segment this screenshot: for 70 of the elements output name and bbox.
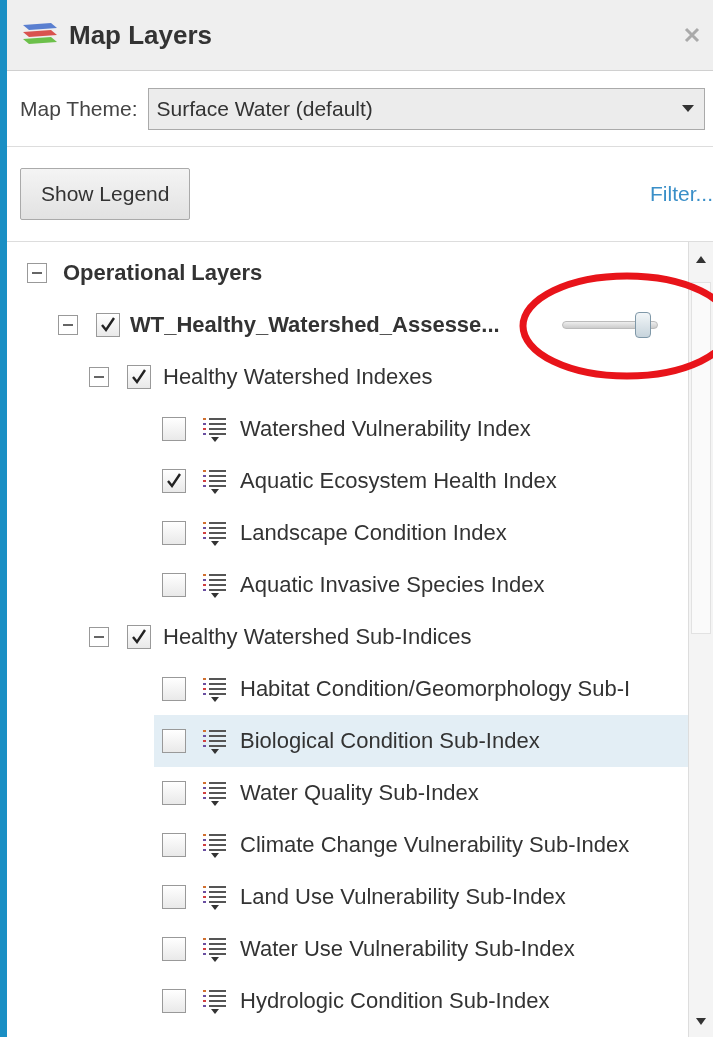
tree-row[interactable]: Habitat Condition/Geomorphology Sub-I bbox=[154, 663, 688, 715]
layer-label[interactable]: Aquatic Invasive Species Index bbox=[240, 572, 545, 598]
filter-link[interactable]: Filter... bbox=[650, 182, 713, 206]
checkbox[interactable] bbox=[162, 573, 186, 597]
layer-label[interactable]: Climate Change Vulnerability Sub-Index bbox=[240, 832, 630, 858]
collapse-toggle[interactable] bbox=[89, 627, 109, 647]
tree-row[interactable]: Hydrologic Condition Sub-Index bbox=[154, 975, 688, 1027]
tree-heading: Operational Layers bbox=[63, 260, 263, 286]
check-icon bbox=[99, 316, 117, 334]
theme-label: Map Theme: bbox=[20, 96, 138, 121]
tree-row[interactable]: Land Use Vulnerability Sub-Index bbox=[154, 871, 688, 923]
legend-list-icon[interactable] bbox=[202, 831, 228, 859]
layer-label[interactable]: Healthy Watershed Indexes bbox=[163, 364, 433, 390]
layer-label[interactable]: Landscape Condition Index bbox=[240, 520, 507, 546]
layer-label[interactable]: Water Use Vulnerability Sub-Index bbox=[240, 936, 575, 962]
checkbox[interactable] bbox=[162, 417, 186, 441]
layer-label[interactable]: Watershed Vulnerability Index bbox=[240, 416, 531, 442]
checkbox[interactable] bbox=[127, 365, 151, 389]
selected-row[interactable]: Biological Condition Sub-Index bbox=[154, 715, 688, 767]
collapse-toggle[interactable] bbox=[27, 263, 47, 283]
layer-label[interactable]: Land Use Vulnerability Sub-Index bbox=[240, 884, 566, 910]
tree-row[interactable]: Water Quality Sub-Index bbox=[154, 767, 688, 819]
checkbox[interactable] bbox=[162, 885, 186, 909]
legend-list-icon[interactable] bbox=[202, 415, 228, 443]
legend-list-icon[interactable] bbox=[202, 727, 228, 755]
checkbox[interactable] bbox=[162, 677, 186, 701]
layer-label[interactable]: Water Quality Sub-Index bbox=[240, 780, 479, 806]
check-icon bbox=[130, 368, 148, 386]
legend-list-icon[interactable] bbox=[202, 467, 228, 495]
legend-list-icon[interactable] bbox=[202, 675, 228, 703]
tree-row[interactable]: Watershed Vulnerability Index bbox=[154, 403, 688, 455]
tree-row[interactable]: Landscape Condition Index bbox=[154, 507, 688, 559]
collapse-toggle[interactable] bbox=[89, 367, 109, 387]
layer-label[interactable]: Biological Condition Sub-Index bbox=[240, 728, 540, 754]
legend-list-icon[interactable] bbox=[202, 519, 228, 547]
panel-title: Map Layers bbox=[69, 19, 214, 51]
checkbox[interactable] bbox=[127, 625, 151, 649]
tree-row[interactable]: Climate Change Vulnerability Sub-Index bbox=[154, 819, 688, 871]
checkbox[interactable] bbox=[162, 937, 186, 961]
slider-thumb[interactable] bbox=[634, 312, 651, 338]
show-legend-button[interactable]: Show Legend bbox=[20, 168, 191, 220]
tree-row[interactable]: Aquatic Invasive Species Index bbox=[154, 559, 688, 611]
checkbox[interactable] bbox=[162, 521, 186, 545]
layer-label[interactable]: Habitat Condition/Geomorphology Sub-I bbox=[240, 676, 631, 702]
tree-row[interactable]: Water Use Vulnerability Sub-Index bbox=[154, 923, 688, 975]
scroll-down-icon[interactable] bbox=[696, 1018, 706, 1025]
layer-label[interactable]: Healthy Watershed Sub-Indices bbox=[163, 624, 472, 650]
layer-label[interactable]: Hydrologic Condition Sub-Index bbox=[240, 988, 550, 1014]
scroll-up-icon[interactable] bbox=[696, 256, 706, 263]
checkbox[interactable] bbox=[162, 833, 186, 857]
checkbox[interactable] bbox=[96, 313, 120, 337]
caret-icon bbox=[682, 104, 694, 113]
tree-row[interactable]: Aquatic Ecosystem Health Index bbox=[154, 455, 688, 507]
theme-dropdown[interactable]: Surface Water (default) bbox=[147, 87, 705, 130]
layer-label[interactable]: Aquatic Ecosystem Health Index bbox=[240, 468, 557, 494]
legend-list-icon[interactable] bbox=[202, 935, 228, 963]
collapse-toggle[interactable] bbox=[58, 315, 78, 335]
scrollbar[interactable] bbox=[688, 242, 713, 1037]
checkbox[interactable] bbox=[162, 469, 186, 493]
legend-list-icon[interactable] bbox=[202, 779, 228, 807]
check-icon bbox=[130, 628, 148, 646]
legend-list-icon[interactable] bbox=[202, 571, 228, 599]
checkbox[interactable] bbox=[162, 989, 186, 1013]
legend-list-icon[interactable] bbox=[202, 987, 228, 1015]
layer-label[interactable]: WT_Healthy_Watershed_Assesse... bbox=[130, 312, 500, 338]
check-icon bbox=[165, 472, 183, 490]
legend-list-icon[interactable] bbox=[202, 883, 228, 911]
checkbox[interactable] bbox=[162, 729, 186, 753]
checkbox[interactable] bbox=[162, 781, 186, 805]
opacity-slider[interactable] bbox=[562, 311, 658, 339]
